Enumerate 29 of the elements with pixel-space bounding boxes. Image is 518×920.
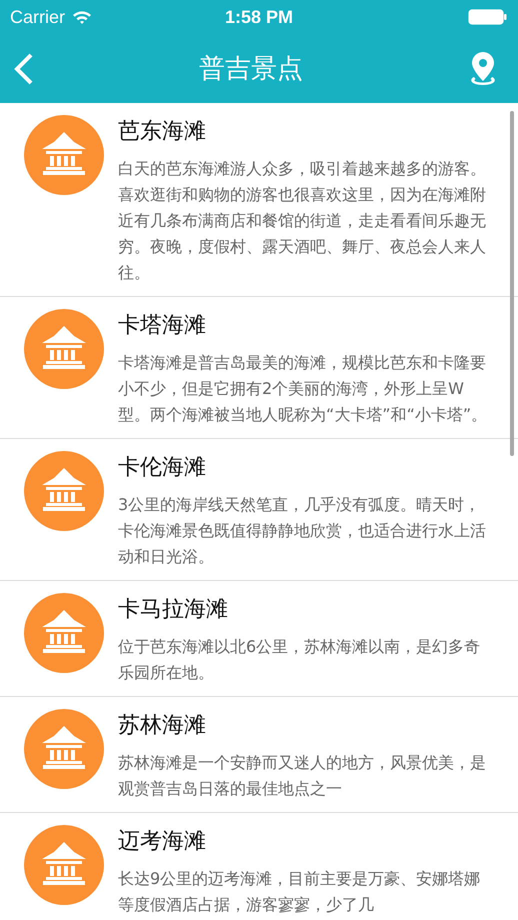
carrier-label: Carrier [10, 6, 66, 28]
temple-icon [24, 309, 104, 389]
place-list-item[interactable]: 卡塔海滩 卡塔海滩是普吉岛最美的海滩，规模比芭东和卡隆要小不少，但是它拥有2个美丽的海湾，外形上呈W型。两个海滩被当地人昵称为“大卡塔”和“小卡塔”。 [0, 297, 518, 439]
temple-icon [24, 825, 104, 905]
place-title: 卡伦海滩 [118, 454, 207, 482]
place-title: 卡马拉海滩 [118, 596, 229, 624]
place-title: 苏林海滩 [118, 712, 207, 740]
place-description: 卡塔海滩是普吉岛最美的海滩，规模比芭东和卡隆要小不少，但是它拥有2个美丽的海湾，外形上呈W型。两个海滩被当地人昵称为“大卡塔”和“小卡塔”。 [118, 352, 488, 426]
place-title: 迈考海滩 [118, 828, 207, 856]
place-description: 3公里的海岸线天然笔直，几乎没有弧度。晴天时，卡伦海滩景色既值得静静地欣赏，也适合进行水上活动和日光浴。 [118, 494, 487, 568]
place-list-item[interactable]: 卡马拉海滩 位于芭东海滩以北6公里，苏林海滩以南，是幻多奇乐园所在地。 [0, 581, 518, 697]
wifi-icon [72, 10, 92, 24]
temple-icon [24, 709, 104, 789]
back-button[interactable] [12, 52, 34, 86]
place-list-item[interactable]: 迈考海滩 长达9公里的迈考海滩，目前主要是万豪、安娜塔娜等度假酒店占据，游客寥寥，少了几 [0, 813, 518, 920]
place-list-item[interactable]: 苏林海滩 苏林海滩是一个安静而又迷人的地方，风景优美，是观赏普吉岛日落的最佳地点之一 [0, 697, 518, 813]
place-description: 苏林海滩是一个安静而又迷人的地方，风景优美，是观赏普吉岛日落的最佳地点之一 [118, 752, 487, 800]
temple-icon [24, 593, 104, 673]
place-title: 卡塔海滩 [118, 312, 207, 340]
place-description: 长达9公里的迈考海滩，目前主要是万豪、安娜塔娜等度假酒店占据，游客寥寥，少了几 [118, 868, 482, 916]
nav-title: 普吉景点 [199, 53, 303, 86]
status-time: 1:58 PM [224, 6, 294, 28]
battery-icon [468, 9, 508, 25]
place-title: 芭东海滩 [118, 118, 207, 146]
place-list-item[interactable]: 卡伦海滩 3公里的海岸线天然笔直，几乎没有弧度。晴天时，卡伦海滩景色既值得静静地欣赏，也适合进行水上活动和日光浴。 [0, 439, 518, 581]
temple-icon [24, 115, 104, 195]
place-description: 白天的芭东海滩游人众多，吸引着越来越多的游客。喜欢逛街和购物的游客也很喜欢这里，因为在海滩附近有几条布满商店和餐馆的街道，走走看看间乐趣无穷。夜晚，度假村、露天酒吧、舞厅、夜总会人来人往。 [118, 158, 487, 284]
place-description: 位于芭东海滩以北6公里，苏林海滩以南，是幻多奇乐园所在地。 [118, 636, 482, 684]
temple-icon [24, 451, 104, 531]
